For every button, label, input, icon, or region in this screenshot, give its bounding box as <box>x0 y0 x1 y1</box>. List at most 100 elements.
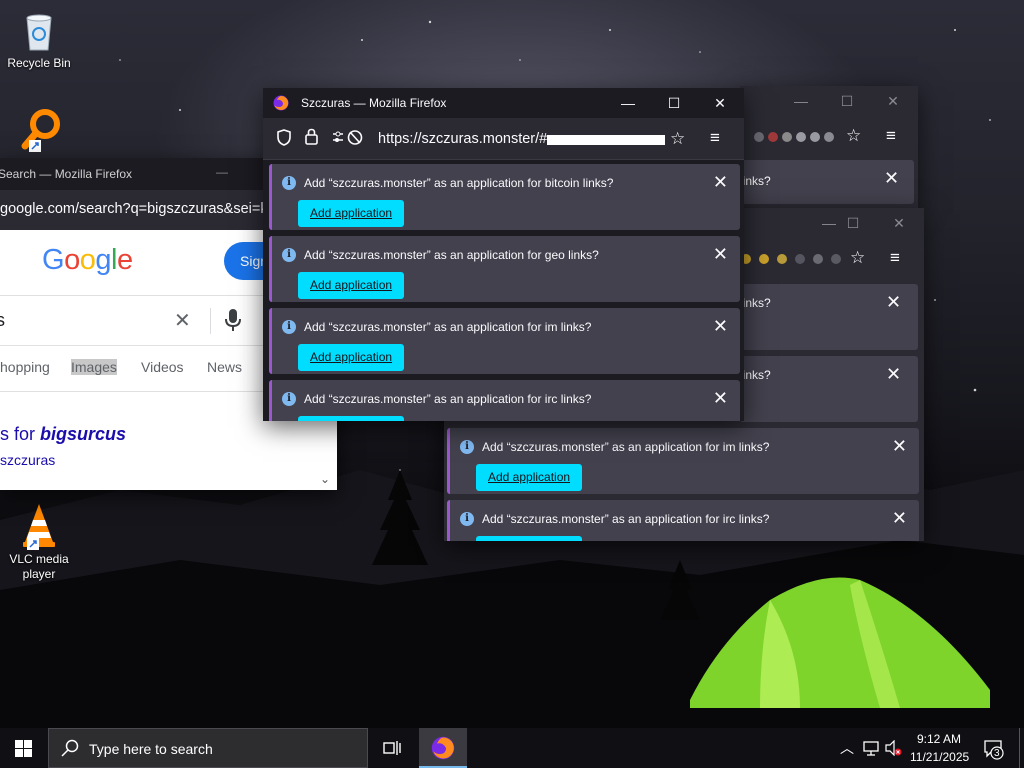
google-logo: Google <box>42 244 133 276</box>
info-icon: i <box>460 440 474 454</box>
permissions-icon[interactable] <box>331 129 365 151</box>
notification-count-badge: 3 <box>994 748 1000 759</box>
tab-shopping[interactable]: hopping <box>0 359 50 375</box>
desktop-icon-search-app[interactable] <box>2 104 80 154</box>
tab-videos[interactable]: Videos <box>141 359 184 375</box>
desktop-icon-recycle-bin[interactable]: Recycle Bin <box>0 6 78 70</box>
desktop-icon-label: VLC media player <box>9 552 69 581</box>
close-icon[interactable]: ✕ <box>886 364 901 385</box>
url-bar[interactable]: google.com/search?q=bigszczuras&sei=k2 <box>0 201 276 217</box>
vlc-cone-icon <box>15 502 63 550</box>
title-bar: Szczuras — Mozilla Firefox — ☐ ✕ <box>263 88 744 118</box>
microphone-icon[interactable] <box>224 308 242 337</box>
firefox-window-back-1[interactable]: — ☐ ✕ ☆ ≡ links? ✕ <box>740 86 918 208</box>
notification-bar: i Add “szczuras.monster” as an applicati… <box>269 164 740 230</box>
add-application-button[interactable]: Add application <box>476 464 583 491</box>
add-application-button[interactable]: Add application <box>476 536 583 541</box>
result-link[interactable]: szczuras <box>0 452 55 468</box>
desktop-icon-label: Recycle Bin <box>7 56 71 70</box>
close-icon[interactable]: ✕ <box>884 168 899 189</box>
maximize-button[interactable]: ☐ <box>824 86 870 116</box>
volume-muted-icon[interactable] <box>884 739 902 761</box>
divider <box>210 308 211 334</box>
notification-message: Add “szczuras.monster” as an application… <box>304 248 599 262</box>
notification-text: links? <box>740 296 771 310</box>
close-icon[interactable]: ✕ <box>713 172 728 192</box>
clock-time[interactable]: 9:12 AM <box>917 732 961 746</box>
show-desktop-button[interactable] <box>1019 728 1024 768</box>
maximize-button[interactable]: ☐ <box>830 208 876 238</box>
close-icon[interactable]: ✕ <box>886 292 901 313</box>
notification-bar: i Add “szczuras.monster” as an applicati… <box>447 428 919 494</box>
task-view-icon[interactable] <box>383 740 401 761</box>
show-hidden-icons-chevron-icon[interactable]: ︿ <box>840 738 854 758</box>
recycle-bin-icon <box>15 6 63 54</box>
tab-images[interactable]: Images <box>71 359 117 375</box>
notification-bar: i Add “szczuras.monster” as an applicati… <box>269 380 740 421</box>
spelling-suggestion: s for bigsurcus <box>0 424 126 445</box>
clear-icon[interactable]: ✕ <box>174 308 191 333</box>
bookmark-star-icon[interactable]: ☆ <box>846 126 861 146</box>
add-application-button[interactable]: Add application <box>298 416 405 421</box>
info-icon: i <box>460 512 474 526</box>
notification-bar: links? ✕ <box>740 160 914 204</box>
firefox-window-main[interactable]: Szczuras — Mozilla Firefox — ☐ ✕ https:/… <box>263 88 744 421</box>
taskbar: Type here to search ︿ 9:12 AM 11/21/2025… <box>0 728 1024 768</box>
search-input[interactable]: s <box>0 310 5 331</box>
bookmark-star-icon[interactable]: ☆ <box>670 129 685 149</box>
extension-icons <box>752 130 836 144</box>
info-icon: i <box>282 392 296 406</box>
close-button[interactable]: ✕ <box>697 88 743 118</box>
orange-magnifier-icon <box>17 104 65 152</box>
navigation-bar: https://szczuras.monster/# ☆ ≡ <box>263 118 744 160</box>
taskbar-firefox-button[interactable] <box>419 728 467 768</box>
info-icon: i <box>282 248 296 262</box>
close-icon[interactable]: ✕ <box>713 316 728 336</box>
taskbar-search[interactable]: Type here to search <box>48 728 368 768</box>
maximize-button[interactable]: ☐ <box>651 88 697 118</box>
minimize-button[interactable]: — <box>778 86 824 116</box>
close-icon[interactable]: ✕ <box>892 508 907 528</box>
notification-message: Add “szczuras.monster” as an application… <box>304 320 592 334</box>
search-icon <box>61 739 79 762</box>
lock-icon[interactable] <box>305 128 318 150</box>
add-application-button[interactable]: Add application <box>298 200 405 227</box>
notification-message: Add “szczuras.monster” as an application… <box>482 440 770 454</box>
notification-text: links? <box>740 368 771 382</box>
notification-area: i Add “szczuras.monster” as an applicati… <box>263 160 744 421</box>
menu-icon[interactable]: ≡ <box>710 128 720 148</box>
close-icon[interactable]: ✕ <box>892 436 907 456</box>
close-button[interactable]: ✕ <box>870 86 916 116</box>
title-bar: — ☐ ✕ <box>740 86 918 116</box>
notification-message: Add “szczuras.monster” as an application… <box>482 512 770 526</box>
desktop-icon-vlc[interactable]: VLC media player <box>0 502 78 582</box>
menu-icon[interactable]: ≡ <box>890 248 900 268</box>
minimize-button[interactable]: — <box>216 165 228 179</box>
url-bar[interactable]: https://szczuras.monster/# <box>378 131 666 147</box>
suggestion-term[interactable]: bigsurcus <box>40 424 126 444</box>
close-icon[interactable]: ✕ <box>713 388 728 408</box>
menu-icon[interactable]: ≡ <box>886 126 896 146</box>
bookmark-star-icon[interactable]: ☆ <box>850 248 865 268</box>
firefox-icon <box>431 736 455 765</box>
add-application-button[interactable]: Add application <box>298 344 405 371</box>
info-icon: i <box>282 320 296 334</box>
start-windows-icon[interactable] <box>15 740 32 762</box>
scroll-down-icon[interactable]: ⌄ <box>320 472 330 486</box>
network-icon[interactable] <box>862 740 880 761</box>
redacted-url-fragment <box>547 131 666 145</box>
window-title: Szczuras — Mozilla Firefox <box>301 96 447 110</box>
tab-news[interactable]: News <box>207 359 242 375</box>
suggestion-prefix: s for <box>0 424 41 444</box>
notification-bar: i Add “szczuras.monster” as an applicati… <box>269 308 740 374</box>
close-icon[interactable]: ✕ <box>713 244 728 264</box>
close-button[interactable]: ✕ <box>876 208 922 238</box>
firefox-icon <box>273 95 289 114</box>
desktop: Recycle Bin VLC media player — ☐ ✕ ☆ ≡ l… <box>0 0 1024 728</box>
shield-icon[interactable] <box>277 129 291 151</box>
minimize-button[interactable]: — <box>605 88 651 118</box>
notification-message: Add “szczuras.monster” as an application… <box>304 392 592 406</box>
add-application-button[interactable]: Add application <box>298 272 405 299</box>
info-icon: i <box>282 176 296 190</box>
clock-date[interactable]: 11/21/2025 <box>910 750 969 764</box>
